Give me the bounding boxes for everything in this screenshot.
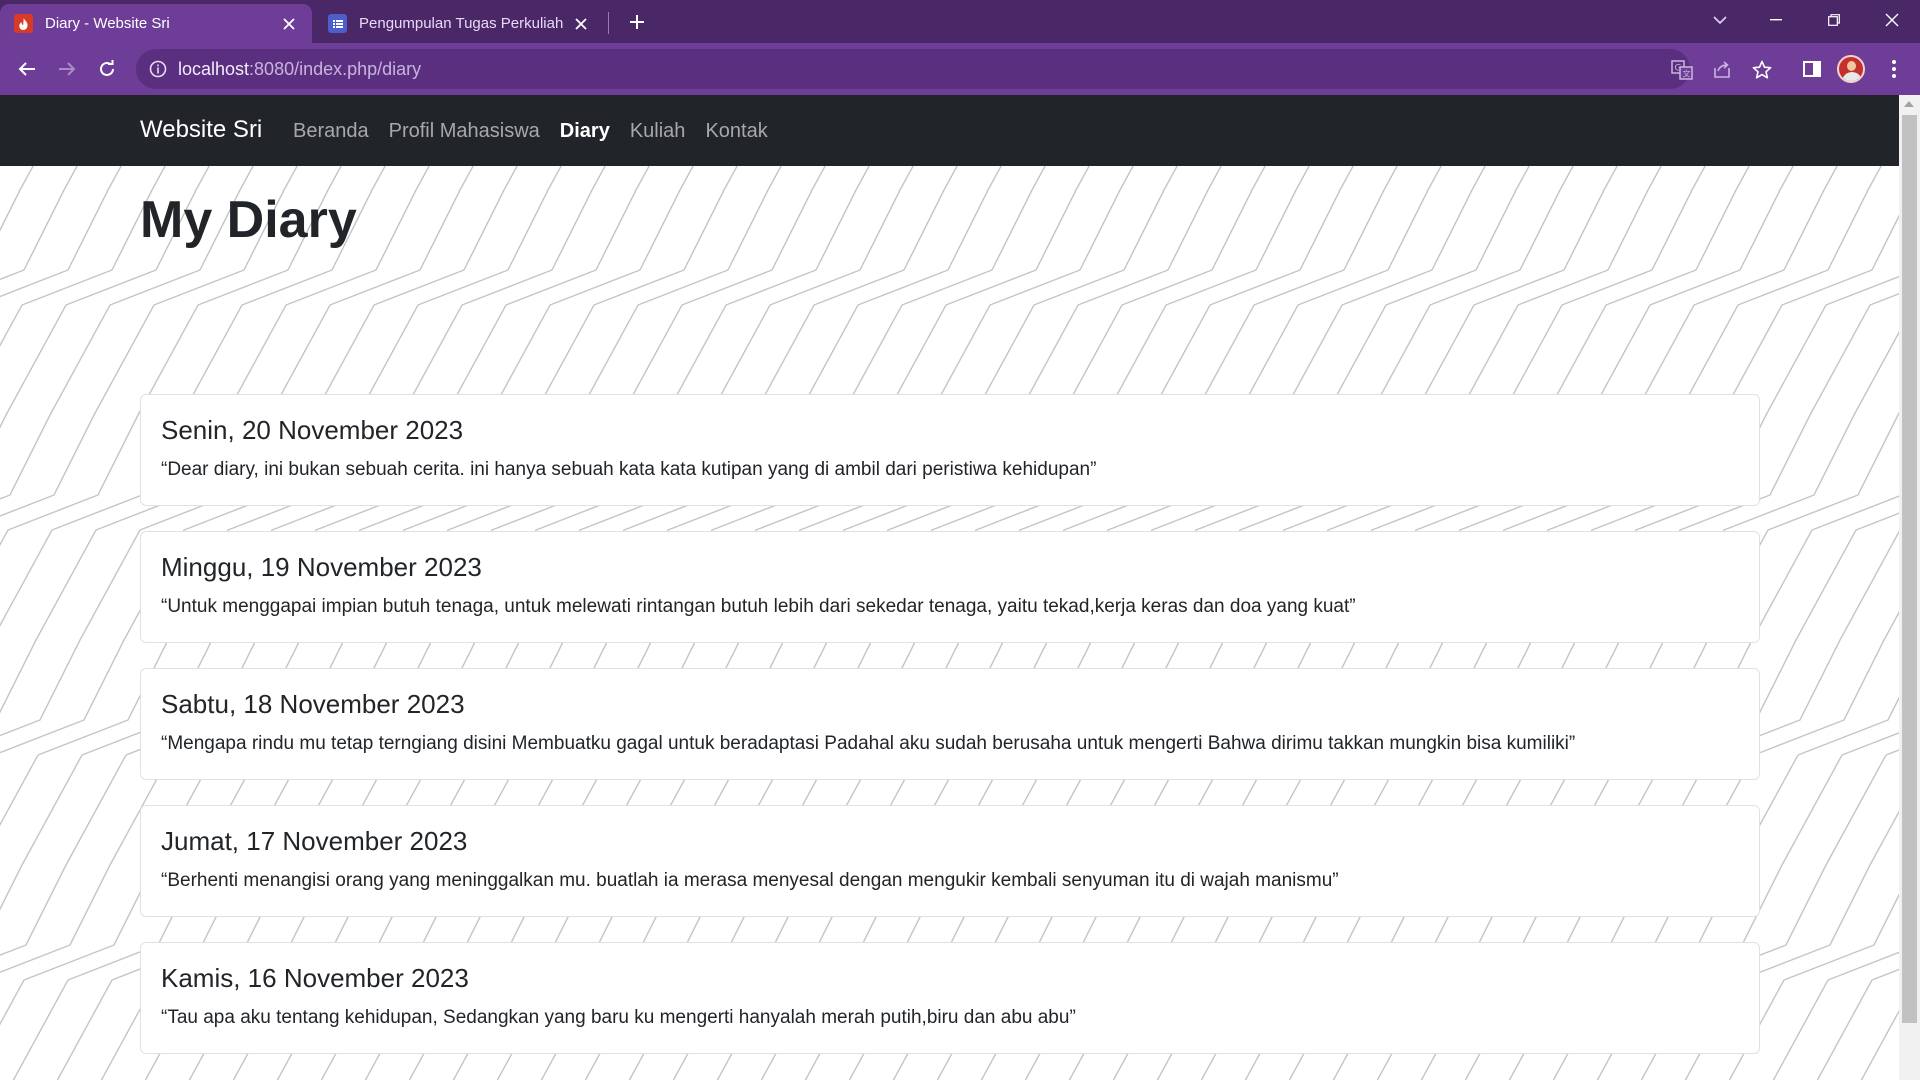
tab-pengumpulan-tugas[interactable]: Pengumpulan Tugas Perkuliahan bbox=[314, 4, 604, 43]
page-scrollbar[interactable] bbox=[1899, 95, 1920, 1080]
tab-divider bbox=[608, 12, 609, 34]
svg-text:文: 文 bbox=[1683, 69, 1691, 79]
diary-card: Senin, 20 November 2023 “Dear diary, ini… bbox=[140, 394, 1760, 506]
url-text[interactable]: localhost:8080/index.php/diary bbox=[178, 59, 421, 80]
tab-diary[interactable]: Diary - Website Sri bbox=[0, 4, 312, 43]
nav-link-kuliah[interactable]: Kuliah bbox=[630, 120, 686, 143]
scrollbar-thumb[interactable] bbox=[1902, 115, 1917, 1023]
diary-quote: “Tau apa aku tentang kehidupan, Sedangka… bbox=[161, 1007, 1076, 1028]
diary-card: Kamis, 16 November 2023 “Tau apa aku ten… bbox=[140, 942, 1760, 1054]
new-tab-plus-icon[interactable] bbox=[624, 9, 650, 35]
codeigniter-flame-icon bbox=[14, 14, 33, 33]
back-arrow-icon[interactable] bbox=[11, 53, 43, 85]
address-bar[interactable]: localhost:8080/index.php/diary G文 bbox=[136, 49, 1772, 89]
forward-arrow-icon[interactable] bbox=[51, 53, 83, 85]
nav-link-kontak[interactable]: Kontak bbox=[705, 120, 767, 143]
page-title: My Diary bbox=[140, 191, 357, 249]
nav-link-beranda[interactable]: Beranda bbox=[293, 120, 369, 143]
navbar-brand[interactable]: Website Sri bbox=[140, 116, 262, 144]
url-path: :8080/index.php/diary bbox=[249, 59, 422, 79]
tab-title: Pengumpulan Tugas Perkuliahan bbox=[359, 15, 564, 32]
close-window-icon[interactable] bbox=[1864, 0, 1920, 40]
navbar-links: Beranda Profil Mahasiswa Diary Kuliah Ko… bbox=[293, 120, 768, 143]
diary-date: Sabtu, 18 November 2023 bbox=[161, 689, 465, 719]
nav-link-profil-mahasiswa[interactable]: Profil Mahasiswa bbox=[389, 120, 540, 143]
diary-quote: “Mengapa rindu mu tetap terngiang disini… bbox=[161, 733, 1576, 754]
restore-icon[interactable] bbox=[1806, 0, 1862, 40]
browser-toolbar: localhost:8080/index.php/diary G文 bbox=[0, 43, 1920, 95]
url-host: localhost bbox=[178, 59, 250, 79]
minimize-icon[interactable] bbox=[1748, 0, 1804, 40]
diary-card: Minggu, 19 November 2023 “Untuk menggapa… bbox=[140, 531, 1760, 643]
close-tab-icon[interactable] bbox=[280, 15, 298, 33]
close-tab-icon[interactable] bbox=[572, 15, 590, 33]
reload-icon[interactable] bbox=[91, 53, 123, 85]
profile-avatar[interactable] bbox=[1837, 55, 1865, 83]
diary-quote: “Untuk menggapai impian butuh tenaga, un… bbox=[161, 596, 1356, 617]
page-viewport: Website Sri Beranda Profil Mahasiswa Dia… bbox=[0, 95, 1899, 1080]
diary-card: Sabtu, 18 November 2023 “Mengapa rindu m… bbox=[140, 668, 1760, 780]
avatar-body bbox=[1842, 72, 1862, 81]
diary-date: Senin, 20 November 2023 bbox=[161, 415, 464, 445]
side-panel-icon[interactable] bbox=[1796, 53, 1828, 85]
diary-date: Kamis, 16 November 2023 bbox=[161, 963, 469, 993]
diary-quote: “Dear diary, ini bukan sebuah cerita. in… bbox=[161, 459, 1097, 480]
browser-tabstrip: Diary - Website Sri Pengumpulan Tugas Pe… bbox=[0, 0, 1920, 43]
avatar-face bbox=[1847, 61, 1856, 71]
list-form-icon bbox=[328, 14, 347, 33]
kebab-menu-icon[interactable] bbox=[1878, 53, 1910, 85]
translate-icon[interactable]: G文 bbox=[1670, 58, 1694, 82]
bookmark-star-icon[interactable] bbox=[1750, 58, 1774, 82]
site-navbar: Website Sri Beranda Profil Mahasiswa Dia… bbox=[0, 95, 1899, 166]
site-info-icon[interactable] bbox=[148, 59, 168, 79]
diary-card: Jumat, 17 November 2023 “Berhenti menang… bbox=[140, 805, 1760, 917]
diary-quote: “Berhenti menangisi orang yang meninggal… bbox=[161, 870, 1339, 891]
tab-search-chevron-down-icon[interactable] bbox=[1692, 0, 1748, 40]
diary-content: My Diary Senin, 20 November 2023 “Dear d… bbox=[0, 166, 1899, 1080]
scroll-up-arrow-icon[interactable] bbox=[1904, 101, 1914, 107]
diary-date: Minggu, 19 November 2023 bbox=[161, 552, 482, 582]
tab-title: Diary - Website Sri bbox=[45, 15, 170, 32]
nav-link-diary[interactable]: Diary bbox=[560, 120, 610, 143]
share-icon[interactable] bbox=[1710, 58, 1734, 82]
diary-date: Jumat, 17 November 2023 bbox=[161, 826, 468, 856]
